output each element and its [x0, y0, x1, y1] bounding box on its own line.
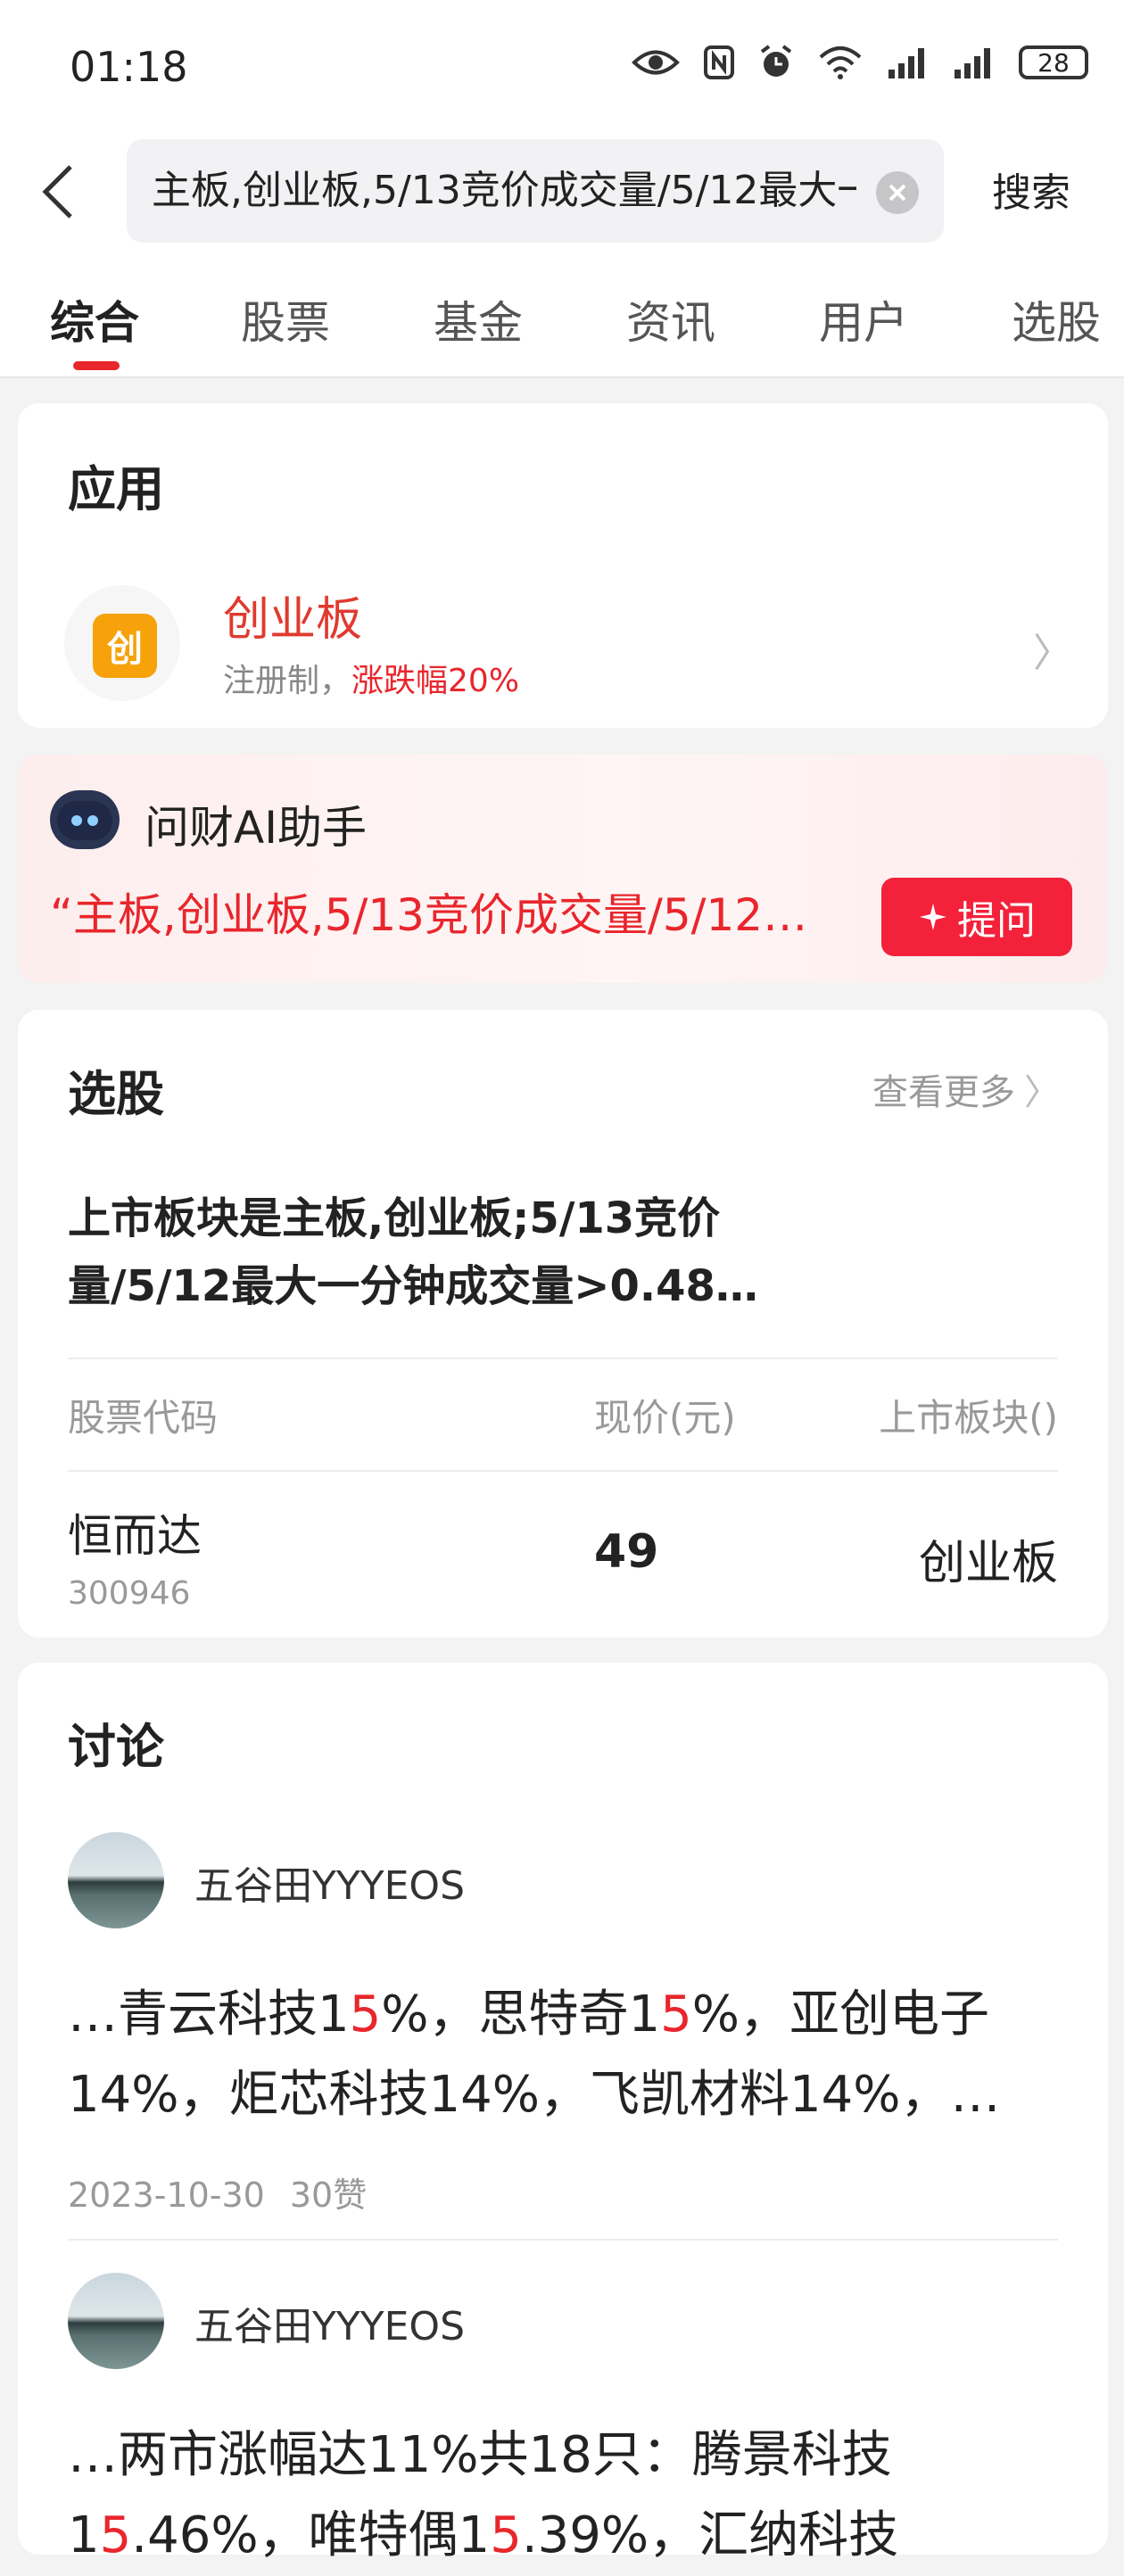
- app-name: 创业板: [223, 593, 363, 647]
- robot-icon: [50, 790, 120, 849]
- stock-picker-card: 选股 查看更多〉 上市板块是主板,创业板;5/13竞价 量/5/12最大一分钟成…: [18, 1010, 1108, 1638]
- table-row[interactable]: 恒而达 300946 49 创业板: [68, 1468, 1058, 1620]
- alarm-icon: [758, 45, 794, 80]
- close-icon: [888, 184, 906, 202]
- stock-code: 300946: [68, 1575, 191, 1612]
- post-text: …青云科技15%，思特奇15%，亚创电子 14%，炬芯科技14%，飞凯材料14%…: [68, 1986, 1001, 2124]
- ask-button[interactable]: 提问: [881, 878, 1072, 956]
- search-query-text[interactable]: 主板,创业板,5/13竞价成交量/5/12最大一分钟成交量>0.48: [152, 139, 856, 243]
- discussion-title: 讨论: [68, 1719, 164, 1775]
- eye-icon: [632, 47, 680, 78]
- apps-title: 应用: [68, 461, 164, 517]
- avatar[interactable]: [68, 2273, 164, 2369]
- discussion-post[interactable]: 五谷田YYYEOS …青云科技15%，思特奇15%，亚创电子 14%，炬芯科技1…: [68, 1832, 1058, 2215]
- chevron-left-icon: [42, 165, 72, 219]
- discussion-card: 讨论 五谷田YYYEOS …青云科技15%，思特奇15%，亚创电子 14%，炬芯…: [18, 1663, 1108, 2564]
- search-header: 主板,创业板,5/13竞价成交量/5/12最大一分钟成交量>0.48 搜索: [0, 134, 1124, 250]
- search-input[interactable]: 主板,创业板,5/13竞价成交量/5/12最大一分钟成交量>0.48: [127, 139, 944, 243]
- tab-stock-picker[interactable]: 选股: [1012, 287, 1101, 351]
- stock-board: 创业板: [918, 1537, 1058, 1590]
- column-header-price: 现价(元): [594, 1396, 736, 1440]
- post-username[interactable]: 五谷田YYYEOS: [194, 1854, 465, 1911]
- avatar[interactable]: [68, 1832, 164, 1928]
- column-header-code: 股票代码: [68, 1396, 219, 1440]
- ai-query-text[interactable]: “主板,创业板,5/13竞价成交量/5/12…: [50, 879, 871, 944]
- status-bar: 01:18 28: [0, 0, 1124, 134]
- apps-card: 应用 创 创业板 注册制，涨跌幅20% 〉: [18, 403, 1108, 728]
- post-meta: 2023-10-30 30赞: [68, 2176, 368, 2215]
- battery-icon: 28: [1019, 45, 1088, 79]
- discussion-post[interactable]: 五谷田YYYEOS …两市涨幅达11%共18只：腾景科技 15.46%，唯特偶1…: [68, 2273, 1058, 2564]
- stock-picker-title: 选股: [68, 1066, 164, 1122]
- signal-icon-2: [953, 46, 996, 78]
- tab-news[interactable]: 资讯: [626, 287, 715, 351]
- status-icons: 28: [632, 45, 1088, 80]
- search-button[interactable]: 搜索: [992, 161, 1070, 218]
- signal-icon: [887, 46, 930, 78]
- back-button[interactable]: [27, 161, 89, 223]
- nfc-icon: [703, 45, 735, 80]
- post-divider: [68, 2239, 1058, 2241]
- stock-name: 恒而达: [68, 1510, 202, 1562]
- chevron-right-icon: 〉: [1033, 631, 1072, 676]
- post-text: …两市涨幅达11%共18只：腾景科技 15.46%，唯特偶15.39%，汇纳科技: [68, 2426, 899, 2564]
- clear-button[interactable]: [876, 171, 919, 214]
- tab-comprehensive[interactable]: 综合: [50, 287, 139, 351]
- post-username[interactable]: 五谷田YYYEOS: [194, 2294, 465, 2351]
- stock-query-text[interactable]: 上市板块是主板,创业板;5/13竞价 量/5/12最大一分钟成交量>0.48…: [68, 1185, 1049, 1320]
- ai-assistant-card[interactable]: 问财AI助手 “主板,创业板,5/13竞价成交量/5/12… 提问: [18, 755, 1108, 983]
- wifi-icon: [817, 45, 864, 80]
- active-tab-indicator: [73, 361, 120, 370]
- tab-stocks[interactable]: 股票: [241, 287, 330, 351]
- sparkle-icon: [920, 904, 946, 930]
- tab-users[interactable]: 用户: [819, 287, 908, 351]
- tab-funds[interactable]: 基金: [434, 287, 523, 351]
- chinext-app-icon: 创: [93, 614, 157, 678]
- app-description: 注册制，涨跌幅20%: [223, 663, 520, 699]
- category-tabs: 综合 股票 基金 资讯 用户 选股: [0, 250, 1124, 378]
- stock-price: 49: [594, 1525, 659, 1579]
- status-time: 01:18: [70, 43, 188, 91]
- stock-table-header: 股票代码 现价(元) 上市板块(): [68, 1358, 1058, 1472]
- chevron-right-icon: 〉: [1024, 1072, 1060, 1113]
- column-header-board: 上市板块(): [879, 1396, 1058, 1440]
- view-more-link[interactable]: 查看更多〉: [872, 1063, 1060, 1115]
- ai-assistant-title: 问财AI助手: [145, 802, 367, 854]
